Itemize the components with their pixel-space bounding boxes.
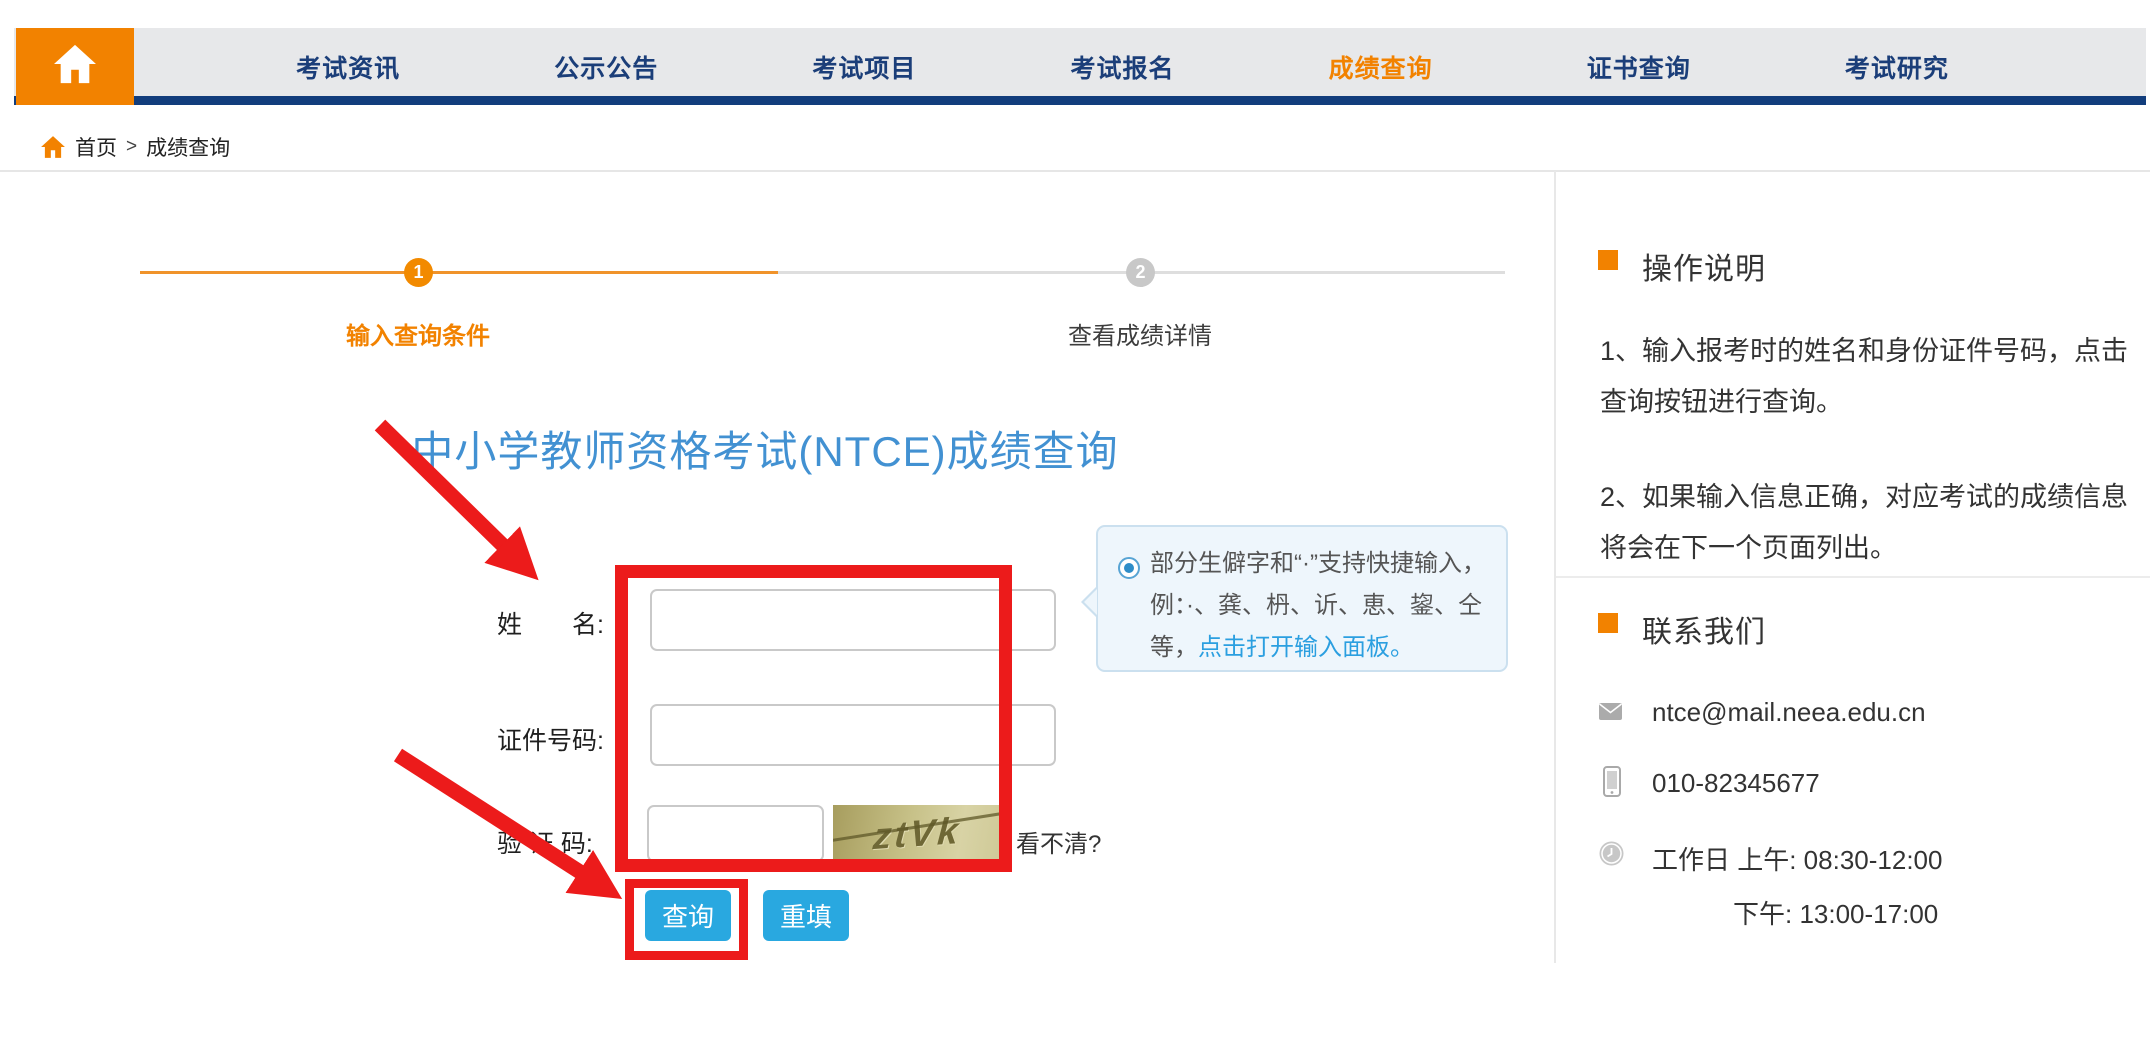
open-input-panel-link[interactable]: 点击打开输入面板。 bbox=[1198, 634, 1414, 661]
captcha-refresh-link[interactable]: 看不清? bbox=[1016, 824, 1101, 859]
breadcrumb-separator: > bbox=[126, 136, 137, 158]
home-icon bbox=[52, 43, 98, 90]
radio-bullet-icon bbox=[1118, 557, 1140, 579]
captcha-label: 验 证 码: bbox=[497, 824, 627, 860]
nav-item-exam-research[interactable]: 考试研究 bbox=[1768, 28, 2026, 105]
header-divider bbox=[0, 170, 2150, 172]
envelope-icon bbox=[1598, 702, 1623, 726]
nav-item-score-query[interactable]: 成绩查询 bbox=[1252, 28, 1510, 105]
breadcrumb-home-link[interactable]: 首页 bbox=[75, 132, 117, 162]
nav-menu: 考试资讯 公示公告 考试项目 考试报名 成绩查询 证书查询 考试研究 bbox=[219, 28, 2026, 105]
instructions-item-2: 2、如果输入信息正确，对应考试的成绩信息将会在下一个页面列出。 bbox=[1600, 472, 2132, 574]
captcha-text: ztVk bbox=[872, 810, 963, 858]
clock-icon bbox=[1598, 840, 1625, 872]
contact-email[interactable]: ntce@mail.neea.edu.cn bbox=[1652, 697, 1926, 728]
step-1-circle: 1 bbox=[404, 258, 433, 287]
nav-home-button[interactable] bbox=[16, 28, 134, 105]
instructions-bullet bbox=[1598, 250, 1618, 270]
contact-hours-afternoon: 下午: 13:00-17:00 bbox=[1733, 894, 1938, 931]
rare-character-tooltip: 部分生僻字和“·”支持快捷输入，例：·、龚、枬、䜣、恵、鋆、仝等，点击打开输入面… bbox=[1096, 525, 1508, 672]
reset-button[interactable]: 重填 bbox=[763, 890, 849, 941]
breadcrumb: 首页 > 成绩查询 bbox=[40, 130, 230, 164]
step-progress-line-active bbox=[140, 271, 778, 274]
sidebar-divider bbox=[1554, 171, 1556, 963]
phone-icon bbox=[1603, 766, 1621, 802]
id-number-label: 证件号码: bbox=[497, 721, 627, 757]
contact-heading: 联系我们 bbox=[1642, 607, 1766, 651]
ntce-score-query-page: 考试资讯 公示公告 考试项目 考试报名 成绩查询 证书查询 考试研究 首页 > … bbox=[0, 0, 2150, 1050]
nav-item-exam-news[interactable]: 考试资讯 bbox=[219, 28, 477, 105]
breadcrumb-current: 成绩查询 bbox=[146, 132, 230, 162]
page-title: 中小学教师资格考试(NTCE)成绩查询 bbox=[400, 418, 1130, 479]
breadcrumb-home-icon bbox=[40, 135, 66, 159]
step-2-label: 查看成绩详情 bbox=[1020, 316, 1260, 351]
nav-item-certificate-query[interactable]: 证书查询 bbox=[1510, 28, 1768, 105]
id-number-input[interactable] bbox=[650, 704, 1056, 766]
top-navigation: 考试资讯 公示公告 考试项目 考试报名 成绩查询 证书查询 考试研究 bbox=[14, 28, 2146, 105]
contact-phone: 010-82345677 bbox=[1652, 768, 1820, 799]
query-button[interactable]: 查询 bbox=[645, 890, 731, 941]
instructions-heading: 操作说明 bbox=[1642, 244, 1766, 288]
name-input[interactable] bbox=[650, 589, 1056, 651]
contact-bullet bbox=[1598, 613, 1618, 633]
instructions-item-1: 1、输入报考时的姓名和身份证件号码，点击查询按钮进行查询。 bbox=[1600, 326, 2132, 428]
nav-item-exam-registration[interactable]: 考试报名 bbox=[993, 28, 1251, 105]
captcha-image[interactable]: ztVk bbox=[833, 805, 1001, 863]
nav-item-exam-programs[interactable]: 考试项目 bbox=[735, 28, 993, 105]
name-label: 姓 名: bbox=[497, 605, 627, 641]
step-2-circle: 2 bbox=[1126, 258, 1155, 287]
step-1-label: 输入查询条件 bbox=[298, 316, 538, 351]
captcha-input[interactable] bbox=[647, 805, 824, 862]
contact-hours-morning: 工作日 上午: 08:30-12:00 bbox=[1652, 840, 1942, 877]
annotation-arrow-2 bbox=[398, 755, 605, 888]
nav-item-announcements[interactable]: 公示公告 bbox=[477, 28, 735, 105]
sidebar-section-divider bbox=[1556, 576, 2150, 578]
